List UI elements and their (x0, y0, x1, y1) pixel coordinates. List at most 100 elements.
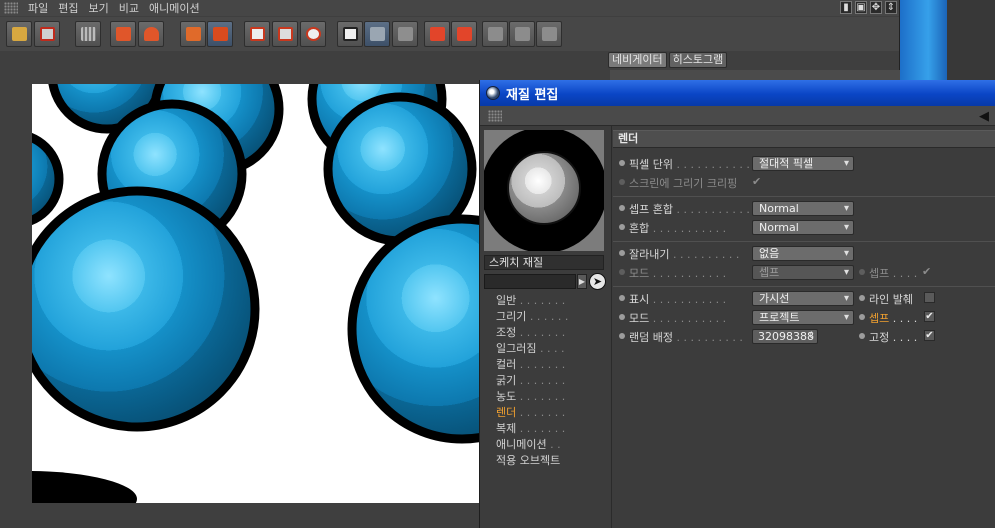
grid-button[interactable] (75, 21, 101, 47)
menu-file[interactable]: 파일 (28, 0, 48, 16)
preview-sphere (484, 130, 604, 251)
menu-animation[interactable]: 애니메이션 (149, 0, 200, 16)
channel-a-button[interactable] (482, 21, 508, 47)
mode1-label: 모드 (629, 267, 650, 280)
ab-swap-button[interactable] (392, 21, 418, 47)
animate-dot-icon[interactable] (619, 333, 625, 339)
pixel-units-dropdown[interactable]: 절대적 픽셀 (752, 156, 854, 171)
cinema-logo-icon (486, 86, 500, 100)
channel-item-apply-object[interactable]: 적용 오브젝트 (496, 452, 606, 468)
channel-item-general[interactable]: 일반 . . . . . . . (496, 292, 606, 308)
screen-clip-label: 스크린에 그리기 크리핑 (629, 177, 738, 190)
random-seed-input[interactable]: 32098388 (752, 329, 818, 344)
snapshot-compare-button[interactable] (272, 21, 298, 47)
toolbar (0, 17, 900, 51)
animate-dot-icon[interactable] (619, 160, 625, 166)
fixed-checkbox[interactable]: ✔ (924, 330, 935, 341)
menu-edit[interactable]: 편집 (58, 0, 78, 16)
channel-item-color[interactable]: 컬러 . . . . . . . (496, 356, 606, 372)
sphere (32, 132, 64, 226)
set-b-button[interactable] (451, 21, 477, 47)
open-button[interactable] (6, 21, 32, 47)
display-dropdown[interactable]: 가시선 (752, 291, 854, 306)
scroll-icon[interactable]: ⇕ (885, 1, 897, 14)
grip-handle[interactable] (488, 110, 502, 122)
channel-item-draw[interactable]: 그리기 . . . . . . (496, 308, 606, 324)
ab-icon (343, 27, 358, 41)
panel-divider[interactable] (611, 126, 612, 528)
tab-navigator[interactable]: 네비게이터 (608, 52, 667, 68)
animate-dot-icon[interactable] (619, 250, 625, 256)
random-seed-label: 랜덤 배정 (629, 331, 673, 344)
render-active-button[interactable] (138, 21, 164, 47)
pick-cursor-icon[interactable]: ➤ (589, 273, 606, 290)
sphere (347, 214, 479, 444)
snapshot-button[interactable] (244, 21, 270, 47)
sep-check-icon: ✔ (922, 265, 932, 278)
render-properties: 렌더 픽셀 단위 . . . . . . . . . . . 절대적 픽셀 스크… (613, 130, 995, 346)
channel-item-opacity[interactable]: 농도 . . . . . . . (496, 388, 606, 404)
navigator-tabs: 네비게이터 히스토그램 (608, 52, 728, 68)
material-name-field[interactable]: 스케치 재질 (484, 255, 604, 270)
animate-dot-icon[interactable] (859, 333, 865, 339)
ab-compare-button[interactable] (337, 21, 363, 47)
animate-dot-icon[interactable] (859, 314, 865, 320)
render-picture-button[interactable] (207, 21, 233, 47)
prop-screen-clip: 스크린에 그리기 크리핑 ✔ (613, 173, 995, 192)
material-link-field[interactable] (484, 274, 576, 289)
channel-item-thickness[interactable]: 굵기 . . . . . . . (496, 372, 606, 388)
channel-item-distortion[interactable]: 일그러짐 . . . . (496, 340, 606, 356)
grip-handle[interactable] (4, 2, 18, 14)
channel-b-button[interactable] (509, 21, 535, 47)
mode1-dropdown: 셉프 (752, 265, 854, 280)
rendered-spheres (32, 84, 479, 503)
section-header-render: 렌더 (613, 130, 995, 148)
move-icon[interactable]: ✥ (870, 1, 882, 14)
camera-ab-icon (306, 27, 321, 41)
animate-dot-icon (619, 269, 625, 275)
channel-item-adjust[interactable]: 조정 . . . . . . . (496, 324, 606, 340)
channel-item-render[interactable]: 렌더 . . . . . . . (496, 404, 606, 420)
menu-compare[interactable]: 비교 (119, 0, 139, 16)
dialog-titlebar[interactable]: 재질 편집 (480, 80, 995, 106)
ab-split-button[interactable] (364, 21, 390, 47)
render-view-button[interactable] (180, 21, 206, 47)
render-canvas[interactable] (32, 84, 479, 503)
letter-b-icon (457, 27, 472, 41)
sep2-checkbox[interactable]: ✔ (924, 311, 935, 322)
blend-dropdown[interactable]: Normal (752, 220, 854, 235)
crop-dropdown[interactable]: 없음 (752, 246, 854, 261)
collapse-arrow-icon[interactable]: ◀ (979, 109, 989, 124)
mode2-label: 모드 (629, 312, 650, 325)
channel-ab-button[interactable] (536, 21, 562, 47)
view-controls: ▮ ▣ ✥ ⇕ (840, 1, 897, 14)
maximize-icon[interactable]: ▣ (855, 1, 867, 14)
render-picture-icon (213, 27, 228, 41)
separator (613, 286, 995, 287)
channel-ab-icon (542, 27, 557, 41)
mode2-dropdown[interactable]: 프로젝트 (752, 310, 854, 325)
animate-dot-icon[interactable] (619, 224, 625, 230)
animate-dot-icon[interactable] (859, 295, 865, 301)
set-a-button[interactable] (424, 21, 450, 47)
screen-clip-check-icon: ✔ (752, 175, 762, 188)
prop-mode-1: 모드 . . . . . . . . . . . 셉프 셉프 . . . . ✔ (613, 263, 995, 282)
render-region-button[interactable] (110, 21, 136, 47)
animate-dot-icon[interactable] (619, 295, 625, 301)
material-preview[interactable] (484, 130, 604, 251)
animate-dot-icon[interactable] (619, 205, 625, 211)
background-window (947, 0, 995, 80)
save-button[interactable] (34, 21, 60, 47)
menu-view[interactable]: 보기 (89, 0, 109, 16)
sep-blend-dropdown[interactable]: Normal (752, 201, 854, 216)
tab-histogram[interactable]: 히스토그램 (668, 52, 728, 68)
line-exclude-checkbox[interactable] (924, 292, 935, 303)
channel-item-clone[interactable]: 복제 . . . . . . . (496, 420, 606, 436)
dialog-title: 재질 편집 (506, 87, 559, 103)
material-link-arrow-icon[interactable]: ▶ (577, 274, 587, 289)
snapshot-ab-button[interactable] (300, 21, 326, 47)
single-view-icon[interactable]: ▮ (840, 1, 852, 14)
channel-item-animation[interactable]: 애니메이션 . . (496, 436, 606, 452)
save-icon (40, 27, 55, 41)
animate-dot-icon[interactable] (619, 314, 625, 320)
